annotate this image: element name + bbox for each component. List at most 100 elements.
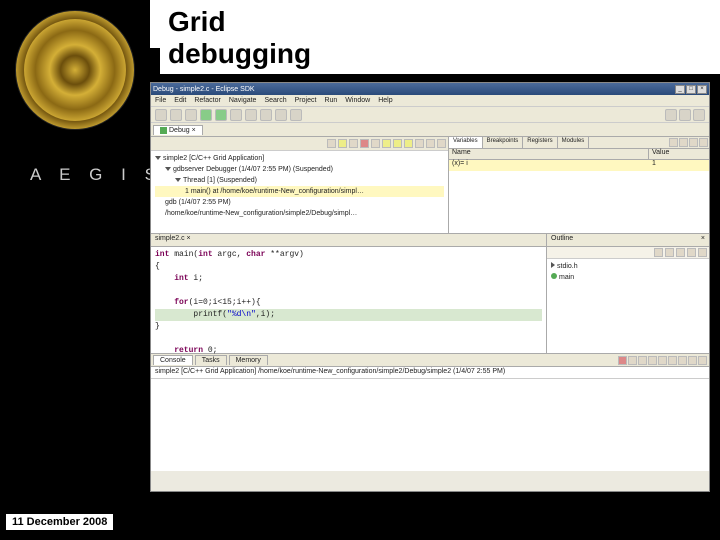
tab-console[interactable]: Console	[153, 355, 193, 365]
org-label: A E G I S	[30, 165, 163, 185]
console-clear-icon[interactable]	[638, 356, 647, 365]
cpp-perspective-icon[interactable]	[693, 109, 705, 121]
code-line-current: printf("%d\n",i);	[155, 309, 542, 321]
col-value[interactable]: Value	[649, 149, 709, 159]
disconnect-icon[interactable]	[371, 139, 380, 148]
ext-tools-icon[interactable]	[230, 109, 242, 121]
outline-tree[interactable]: stdio.h main	[547, 259, 709, 285]
tab-variables[interactable]: Variables	[449, 137, 483, 148]
ide-window: Debug - simple2.c - Eclipse SDK _ □ × Fi…	[150, 82, 710, 492]
tab-debug-label: Debug	[169, 127, 190, 134]
search-icon[interactable]	[260, 109, 272, 121]
step-into-icon[interactable]	[382, 139, 391, 148]
outline-function[interactable]: main	[551, 272, 705, 283]
step-over-icon[interactable]	[393, 139, 402, 148]
menu-search[interactable]: Search	[264, 97, 286, 104]
vars-menu-icon[interactable]	[679, 138, 688, 147]
variables-view: Variables Breakpoints Registers Modules …	[449, 137, 709, 233]
debug-icon[interactable]	[200, 109, 212, 121]
code-line: for(i=0;i<15;i++){	[155, 297, 542, 309]
outline-include[interactable]: stdio.h	[551, 261, 705, 272]
debug-view: simple2 [C/C++ Grid Application] gdbserv…	[151, 137, 449, 233]
instruction-step-icon[interactable]	[426, 139, 435, 148]
tree-binary[interactable]: /home/koe/runtime-New_configuration/simp…	[155, 208, 444, 219]
debug-tree[interactable]: simple2 [C/C++ Grid Application] gdbserv…	[151, 151, 448, 221]
view-menu-icon[interactable]	[437, 139, 446, 148]
resume-icon[interactable]	[338, 139, 347, 148]
back-icon[interactable]	[275, 109, 287, 121]
hide-static-icon[interactable]	[676, 248, 685, 257]
new-icon[interactable]	[155, 109, 167, 121]
run-icon[interactable]	[215, 109, 227, 121]
menu-window[interactable]: Window	[345, 97, 370, 104]
hide-nonpublic-icon[interactable]	[687, 248, 696, 257]
menu-refactor[interactable]: Refactor	[194, 97, 220, 104]
save-icon[interactable]	[170, 109, 182, 121]
tab-debug[interactable]: Debug ×	[153, 125, 203, 135]
tab-close-icon[interactable]: ×	[192, 127, 196, 134]
tree-thread[interactable]: Thread [1] (Suspended)	[155, 175, 444, 186]
vars-header: Name Value	[449, 149, 709, 160]
tab-modules[interactable]: Modules	[558, 137, 590, 148]
vars-collapse-icon[interactable]	[669, 138, 678, 147]
console-terminate-icon[interactable]	[618, 356, 627, 365]
vars-tabbar: Variables Breakpoints Registers Modules	[449, 137, 709, 149]
tab-registers[interactable]: Registers	[523, 137, 557, 148]
titlebar: Debug - simple2.c - Eclipse SDK _ □ ×	[151, 83, 709, 95]
menu-navigate[interactable]: Navigate	[229, 97, 257, 104]
debug-perspective-icon[interactable]	[679, 109, 691, 121]
console-min-icon[interactable]	[688, 356, 697, 365]
outline-tab[interactable]: Outline ×	[547, 234, 709, 247]
open-type-icon[interactable]	[245, 109, 257, 121]
tree-gdb[interactable]: gdbserver Debugger (1/4/07 2:55 PM) (Sus…	[155, 164, 444, 175]
open-perspective-icon[interactable]	[665, 109, 677, 121]
code-line: int main(int argc, char **argv)	[155, 249, 542, 261]
tab-breakpoints[interactable]: Breakpoints	[483, 137, 524, 148]
console-display-icon[interactable]	[668, 356, 677, 365]
tab-memory[interactable]: Memory	[229, 355, 268, 365]
var-row[interactable]: (x)= i 1	[449, 160, 709, 171]
outline-toolbar	[547, 247, 709, 259]
tree-app[interactable]: simple2 [C/C++ Grid Application]	[155, 153, 444, 164]
bug-icon	[160, 127, 167, 134]
console-scroll-icon[interactable]	[648, 356, 657, 365]
vars-min-icon[interactable]	[689, 138, 698, 147]
console-max-icon[interactable]	[698, 356, 707, 365]
editor-tab[interactable]: simple2.c ×	[151, 234, 546, 247]
menu-project[interactable]: Project	[295, 97, 317, 104]
menu-run[interactable]: Run	[324, 97, 337, 104]
col-name[interactable]: Name	[449, 149, 649, 159]
menu-edit[interactable]: Edit	[174, 97, 186, 104]
menu-help[interactable]: Help	[378, 97, 392, 104]
console-open-icon[interactable]	[678, 356, 687, 365]
terminate-icon[interactable]	[360, 139, 369, 148]
editor-view: simple2.c × int main(int argc, char **ar…	[151, 234, 547, 353]
editor-filename: simple2.c	[155, 235, 185, 242]
console-output[interactable]	[151, 379, 709, 471]
console-pin-icon[interactable]	[658, 356, 667, 365]
drop-frame-icon[interactable]	[415, 139, 424, 148]
close-button[interactable]: ×	[697, 85, 707, 94]
outline-menu-icon[interactable]	[698, 248, 707, 257]
source-code[interactable]: int main(int argc, char **argv) { int i;…	[151, 247, 546, 359]
print-icon[interactable]	[185, 109, 197, 121]
code-line: {	[155, 261, 542, 273]
slide-date: 11 December 2008	[6, 514, 113, 530]
tree-frame[interactable]: 1 main() at /home/koe/runtime-New_config…	[155, 186, 444, 197]
remove-terminated-icon[interactable]	[327, 139, 336, 148]
menu-file[interactable]: File	[155, 97, 166, 104]
vars-max-icon[interactable]	[699, 138, 708, 147]
sort-icon[interactable]	[654, 248, 663, 257]
debug-view-tabbar: Debug ×	[151, 123, 709, 137]
minimize-button[interactable]: _	[675, 85, 685, 94]
hide-fields-icon[interactable]	[665, 248, 674, 257]
code-line: int i;	[155, 273, 542, 285]
emblem-logo	[15, 10, 135, 130]
console-remove-icon[interactable]	[628, 356, 637, 365]
step-return-icon[interactable]	[404, 139, 413, 148]
maximize-button[interactable]: □	[686, 85, 696, 94]
tab-tasks[interactable]: Tasks	[195, 355, 227, 365]
tree-gdb-proc[interactable]: gdb (1/4/07 2:55 PM)	[155, 197, 444, 208]
forward-icon[interactable]	[290, 109, 302, 121]
suspend-icon[interactable]	[349, 139, 358, 148]
